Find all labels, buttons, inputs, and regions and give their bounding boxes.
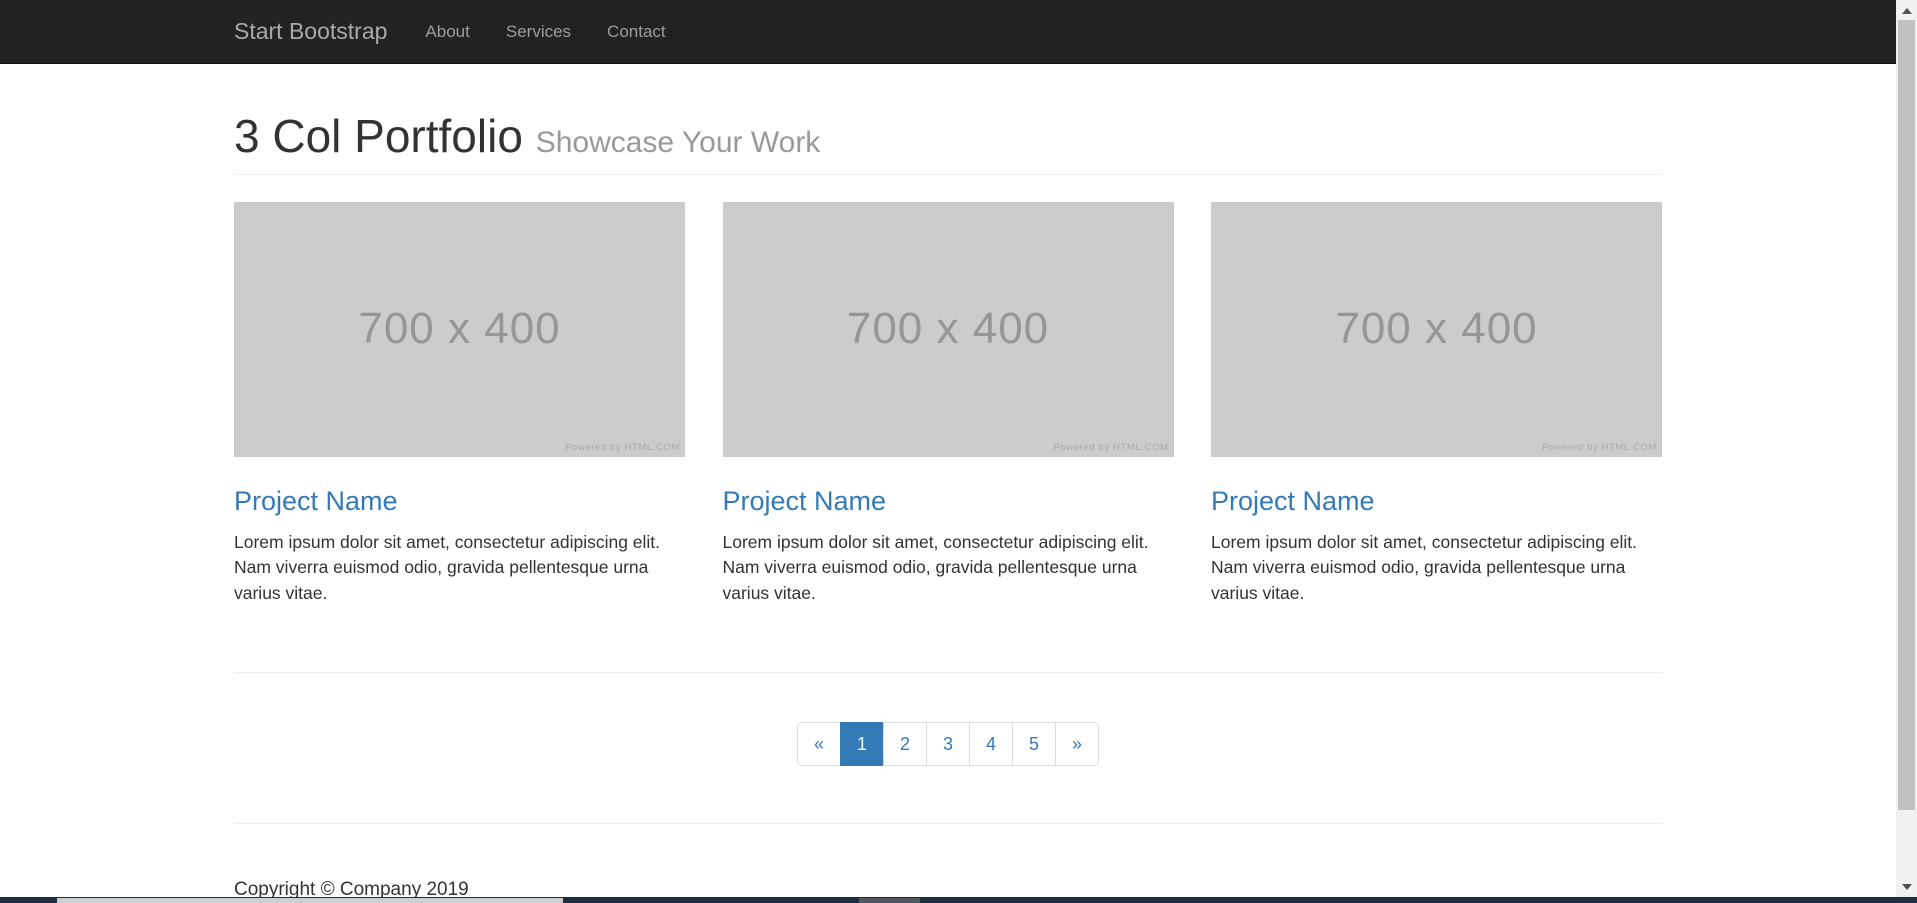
project-title-link[interactable]: Project Name bbox=[1211, 486, 1662, 517]
pagination-page-2-link[interactable]: 2 bbox=[883, 722, 927, 766]
pagination-wrapper: « 1 2 3 4 5 » bbox=[234, 722, 1662, 766]
pagination-prev: « bbox=[797, 722, 841, 766]
taskbar-edge[interactable] bbox=[0, 897, 1917, 903]
navbar-brand-link[interactable]: Start Bootstrap bbox=[234, 18, 387, 45]
scrollbar-thumb[interactable] bbox=[1898, 20, 1915, 810]
placeholder-size-label: 700 x 400 bbox=[1335, 304, 1537, 354]
scroll-down-button[interactable] bbox=[1896, 878, 1917, 895]
portfolio-card: 700 x 400 Powered by HTML.COM Project Na… bbox=[1211, 202, 1662, 607]
navbar-links: About Services Contact bbox=[407, 0, 683, 63]
project-title-link[interactable]: Project Name bbox=[723, 486, 1174, 517]
project-thumbnail-link[interactable]: 700 x 400 Powered by HTML.COM bbox=[234, 202, 685, 457]
placeholder-size-label: 700 x 400 bbox=[358, 304, 560, 354]
portfolio-card: 700 x 400 Powered by HTML.COM Project Na… bbox=[234, 202, 685, 607]
pagination-page-5: 5 bbox=[1013, 722, 1056, 766]
nav-link-contact[interactable]: Contact bbox=[589, 22, 684, 42]
page-title: 3 Col Portfolio Showcase Your Work bbox=[234, 111, 1662, 162]
nav-item-about: About bbox=[407, 0, 487, 63]
pagination: « 1 2 3 4 5 » bbox=[797, 722, 1099, 766]
navbar: Start Bootstrap About Services Contact bbox=[0, 0, 1896, 64]
page-title-text: 3 Col Portfolio bbox=[234, 110, 523, 162]
page-header: 3 Col Portfolio Showcase Your Work bbox=[234, 111, 1662, 175]
nav-link-services[interactable]: Services bbox=[488, 22, 589, 42]
pagination-next-link[interactable]: » bbox=[1055, 722, 1099, 766]
nav-item-contact: Contact bbox=[589, 0, 684, 63]
portfolio-card: 700 x 400 Powered by HTML.COM Project Na… bbox=[723, 202, 1174, 607]
pagination-page-4-link[interactable]: 4 bbox=[969, 722, 1013, 766]
pagination-page-1-link[interactable]: 1 bbox=[840, 722, 884, 766]
project-thumbnail-link[interactable]: 700 x 400 Powered by HTML.COM bbox=[723, 202, 1174, 457]
pagination-page-2: 2 bbox=[884, 722, 927, 766]
main-container: 3 Col Portfolio Showcase Your Work 700 x… bbox=[234, 111, 1662, 901]
placeholder-watermark: Powered by HTML.COM bbox=[565, 442, 680, 453]
taskbar-search-box-edge[interactable] bbox=[57, 898, 563, 903]
portfolio-row: 700 x 400 Powered by HTML.COM Project Na… bbox=[234, 202, 1662, 607]
pagination-prev-link[interactable]: « bbox=[797, 722, 841, 766]
vertical-scrollbar[interactable] bbox=[1896, 0, 1917, 903]
placeholder-size-label: 700 x 400 bbox=[847, 304, 1049, 354]
project-thumbnail-link[interactable]: 700 x 400 Powered by HTML.COM bbox=[1211, 202, 1662, 457]
divider-above-footer bbox=[234, 823, 1662, 824]
taskbar-app-button-edge[interactable] bbox=[859, 898, 920, 903]
scroll-up-button[interactable] bbox=[1896, 2, 1917, 19]
scroll-up-arrow-icon bbox=[1902, 8, 1912, 14]
scroll-down-arrow-icon bbox=[1902, 884, 1912, 890]
pagination-page-3-link[interactable]: 3 bbox=[926, 722, 970, 766]
pagination-page-4: 4 bbox=[970, 722, 1013, 766]
nav-item-services: Services bbox=[488, 0, 589, 63]
pagination-page-5-link[interactable]: 5 bbox=[1012, 722, 1056, 766]
browser-viewport: Start Bootstrap About Services Contact 3… bbox=[0, 0, 1917, 903]
project-title-link[interactable]: Project Name bbox=[234, 486, 685, 517]
placeholder-watermark: Powered by HTML.COM bbox=[1542, 442, 1657, 453]
pagination-next: » bbox=[1056, 722, 1099, 766]
pagination-page-3: 3 bbox=[927, 722, 970, 766]
project-description: Lorem ipsum dolor sit amet, consectetur … bbox=[723, 530, 1174, 607]
project-description: Lorem ipsum dolor sit amet, consectetur … bbox=[234, 530, 685, 607]
pagination-page-1: 1 bbox=[841, 722, 884, 766]
project-description: Lorem ipsum dolor sit amet, consectetur … bbox=[1211, 530, 1662, 607]
page-subtitle: Showcase Your Work bbox=[536, 126, 821, 159]
nav-link-about[interactable]: About bbox=[407, 22, 487, 42]
navbar-inner: Start Bootstrap About Services Contact bbox=[234, 0, 1662, 63]
placeholder-watermark: Powered by HTML.COM bbox=[1054, 442, 1169, 453]
divider-above-pagination bbox=[234, 672, 1662, 673]
webpage: Start Bootstrap About Services Contact 3… bbox=[0, 0, 1896, 903]
